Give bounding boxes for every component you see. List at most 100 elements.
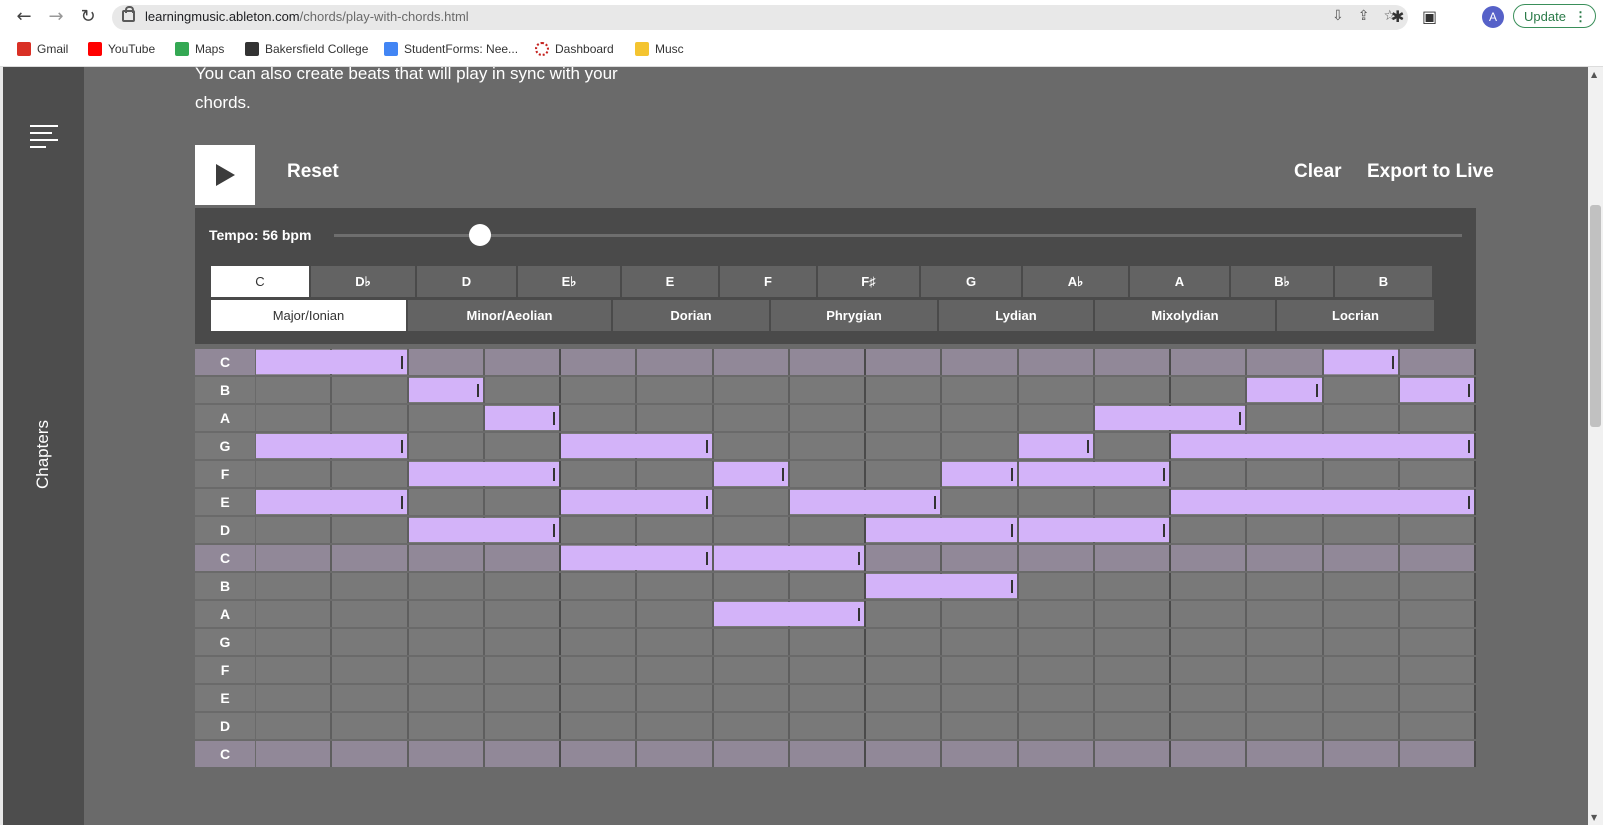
- chord-note[interactable]: [866, 518, 1017, 542]
- grid-cell[interactable]: [789, 657, 866, 683]
- mode-button[interactable]: Phrygian: [771, 300, 937, 331]
- grid-cell[interactable]: [1399, 573, 1476, 599]
- export-to-live-button[interactable]: Export to Live: [1367, 161, 1494, 183]
- grid-cell[interactable]: [1247, 601, 1324, 627]
- grid-cell[interactable]: [789, 433, 866, 459]
- tempo-slider[interactable]: [334, 234, 1462, 237]
- scrollbar[interactable]: ▲ ▼: [1588, 67, 1603, 825]
- grid-cell[interactable]: [1094, 629, 1171, 655]
- grid-cell[interactable]: [637, 349, 714, 375]
- grid-cell[interactable]: [713, 657, 790, 683]
- grid-cell[interactable]: [484, 657, 561, 683]
- extensions-icon[interactable]: ✱: [1391, 7, 1404, 26]
- chord-note[interactable]: [408, 518, 559, 542]
- grid-cell[interactable]: [1323, 545, 1400, 571]
- key-button[interactable]: E♭: [518, 266, 620, 297]
- grid-cell[interactable]: [713, 405, 790, 431]
- chord-note[interactable]: [789, 490, 941, 514]
- grid-cell[interactable]: [942, 377, 1019, 403]
- grid-cell[interactable]: [1323, 377, 1400, 403]
- grid-cell[interactable]: [789, 685, 866, 711]
- grid-cell[interactable]: [866, 601, 943, 627]
- chord-note[interactable]: [942, 462, 1017, 486]
- grid-cell[interactable]: [332, 741, 409, 767]
- grid-cell[interactable]: [1094, 433, 1171, 459]
- grid-cell[interactable]: [789, 405, 866, 431]
- grid-cell[interactable]: [866, 685, 943, 711]
- chord-note[interactable]: [1018, 462, 1169, 486]
- grid-cell[interactable]: [1323, 461, 1400, 487]
- chord-note[interactable]: [408, 378, 483, 402]
- key-button[interactable]: D: [417, 266, 516, 297]
- grid-cell[interactable]: [1323, 741, 1400, 767]
- grid-cell[interactable]: [1247, 517, 1324, 543]
- grid-cell[interactable]: [1399, 657, 1476, 683]
- grid-cell[interactable]: [332, 377, 409, 403]
- grid-cell[interactable]: [256, 573, 333, 599]
- key-button[interactable]: G: [921, 266, 1021, 297]
- grid-cell[interactable]: [637, 377, 714, 403]
- grid-cell[interactable]: [1399, 545, 1476, 571]
- grid-cell[interactable]: [561, 713, 638, 739]
- grid-cell[interactable]: [637, 713, 714, 739]
- grid-cell[interactable]: [408, 573, 485, 599]
- chord-note[interactable]: [561, 434, 712, 458]
- grid-cell[interactable]: [408, 433, 485, 459]
- tempo-slider-handle[interactable]: [469, 224, 491, 246]
- key-button[interactable]: C: [211, 266, 309, 297]
- grid-cell[interactable]: [408, 601, 485, 627]
- grid-cell[interactable]: [1323, 657, 1400, 683]
- grid-cell[interactable]: [561, 461, 638, 487]
- grid-cell[interactable]: [408, 685, 485, 711]
- grid-cell[interactable]: [484, 433, 561, 459]
- menu-dots-icon[interactable]: ⋮: [1564, 5, 1587, 29]
- grid-cell[interactable]: [1247, 629, 1324, 655]
- grid-cell[interactable]: [1171, 517, 1248, 543]
- side-panel-icon[interactable]: ▣: [1422, 7, 1437, 26]
- mode-button[interactable]: Minor/Aeolian: [408, 300, 611, 331]
- grid-cell[interactable]: [332, 545, 409, 571]
- grid-cell[interactable]: [561, 517, 638, 543]
- grid-cell[interactable]: [1018, 601, 1095, 627]
- bookmark-musc[interactable]: Musc: [635, 42, 684, 56]
- bookmark-dashboard[interactable]: Dashboard: [535, 42, 614, 56]
- chord-note[interactable]: [1171, 434, 1474, 458]
- grid-cell[interactable]: [561, 601, 638, 627]
- grid-cell[interactable]: [637, 601, 714, 627]
- grid-cell[interactable]: [1018, 629, 1095, 655]
- grid-cell[interactable]: [332, 685, 409, 711]
- grid-cell[interactable]: [866, 461, 943, 487]
- chord-note[interactable]: [1018, 434, 1093, 458]
- grid-cell[interactable]: [637, 405, 714, 431]
- chord-note[interactable]: [866, 574, 1017, 598]
- update-button[interactable]: Update ⋮: [1513, 4, 1596, 28]
- reset-button[interactable]: Reset: [287, 161, 339, 183]
- grid-cell[interactable]: [637, 573, 714, 599]
- grid-cell[interactable]: [1247, 657, 1324, 683]
- url-text[interactable]: learningmusic.ableton.com/chords/play-wi…: [145, 9, 469, 24]
- chord-note[interactable]: [484, 406, 559, 430]
- grid-cell[interactable]: [256, 741, 333, 767]
- play-button[interactable]: [195, 145, 255, 205]
- grid-cell[interactable]: [484, 489, 561, 515]
- chord-note[interactable]: [256, 490, 407, 514]
- grid-cell[interactable]: [1171, 573, 1248, 599]
- grid-cell[interactable]: [1018, 405, 1095, 431]
- grid-cell[interactable]: [561, 405, 638, 431]
- chord-note[interactable]: [713, 602, 864, 626]
- grid-cell[interactable]: [1399, 713, 1476, 739]
- grid-cell[interactable]: [713, 713, 790, 739]
- chord-note[interactable]: [1094, 406, 1246, 430]
- grid-cell[interactable]: [561, 629, 638, 655]
- grid-cell[interactable]: [789, 349, 866, 375]
- grid-cell[interactable]: [789, 517, 866, 543]
- grid-cell[interactable]: [408, 741, 485, 767]
- grid-cell[interactable]: [1171, 601, 1248, 627]
- grid-cell[interactable]: [256, 685, 333, 711]
- grid-cell[interactable]: [332, 713, 409, 739]
- grid-cell[interactable]: [637, 741, 714, 767]
- bookmark-maps[interactable]: Maps: [175, 42, 224, 56]
- grid-cell[interactable]: [256, 545, 333, 571]
- grid-cell[interactable]: [561, 685, 638, 711]
- grid-cell[interactable]: [866, 657, 943, 683]
